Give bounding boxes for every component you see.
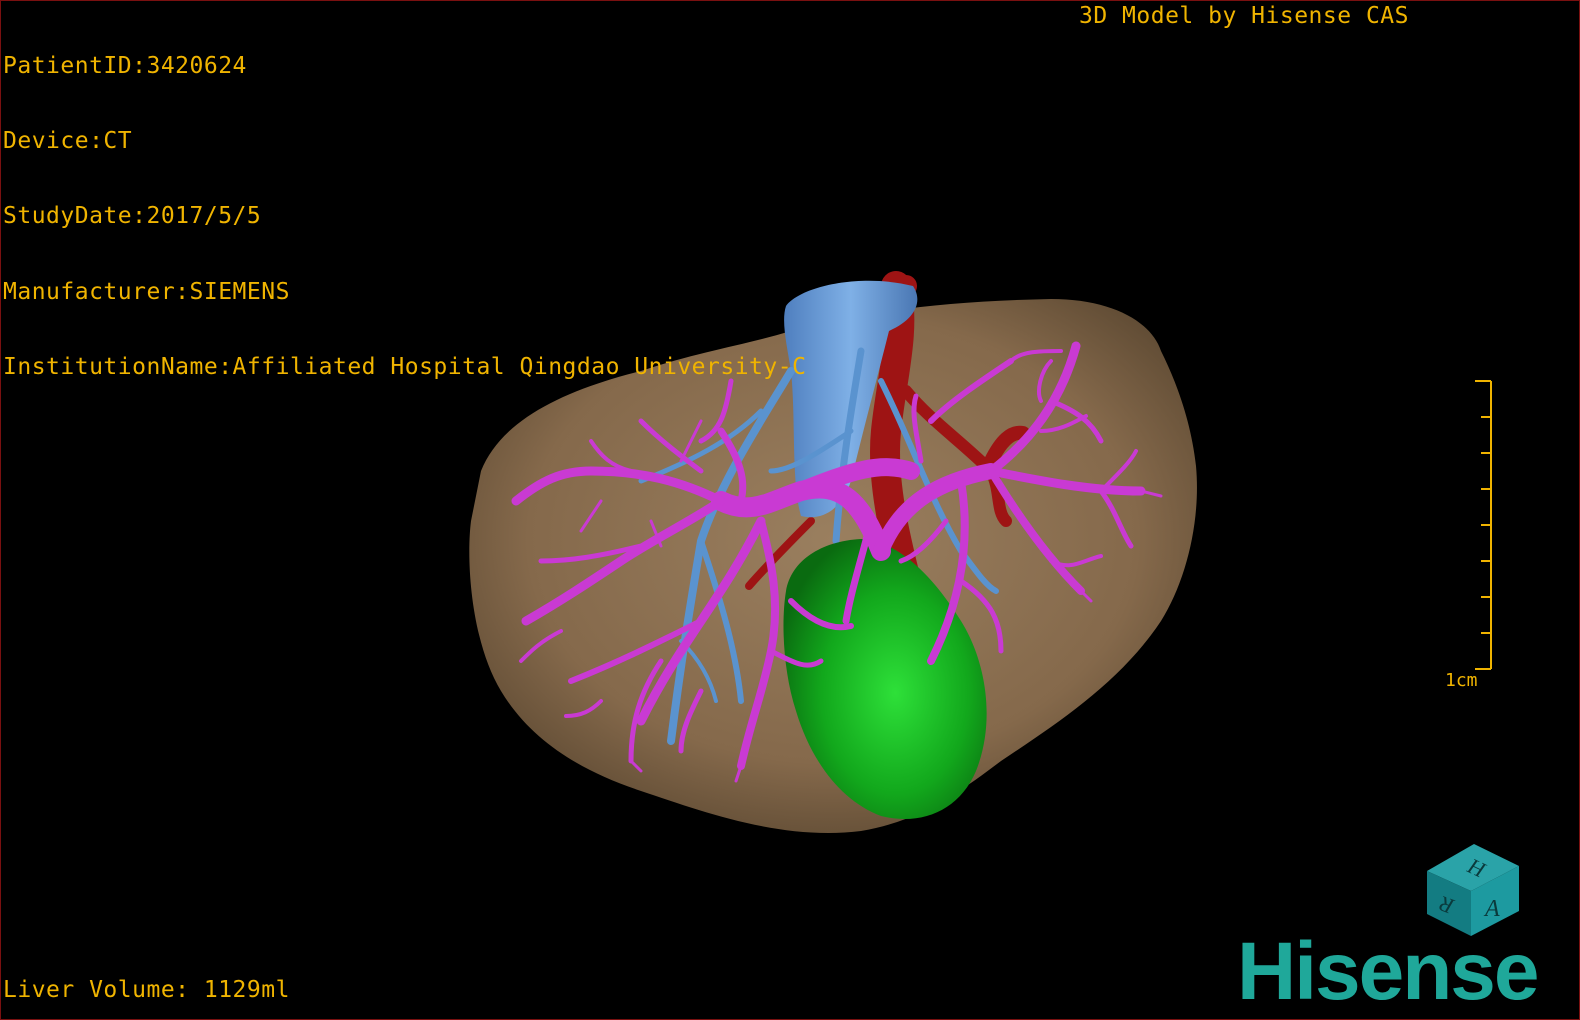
patient-info-overlay: PatientID:3420624 Device:CT StudyDate:20… <box>3 4 806 430</box>
model-credit: 3D Model by Hisense CAS <box>1079 3 1409 29</box>
3d-render-viewport[interactable]: PatientID:3420624 Device:CT StudyDate:20… <box>0 0 1580 1020</box>
institution-name: InstitutionName:Affiliated Hospital Qing… <box>3 353 807 380</box>
manufacturer: Manufacturer:SIEMENS <box>3 278 290 305</box>
liver-volume: Liver Volume: 1129ml <box>3 977 290 1003</box>
orientation-face-a: A <box>1483 896 1500 922</box>
patient-id: PatientID:3420624 <box>3 53 247 79</box>
scale-bar <box>1475 380 1492 670</box>
scale-label: 1cm <box>1445 670 1478 691</box>
study-date: StudyDate:2017/5/5 <box>3 203 262 230</box>
hisense-logo: Hisense <box>1237 926 1540 1017</box>
device: Device:CT <box>3 128 133 155</box>
